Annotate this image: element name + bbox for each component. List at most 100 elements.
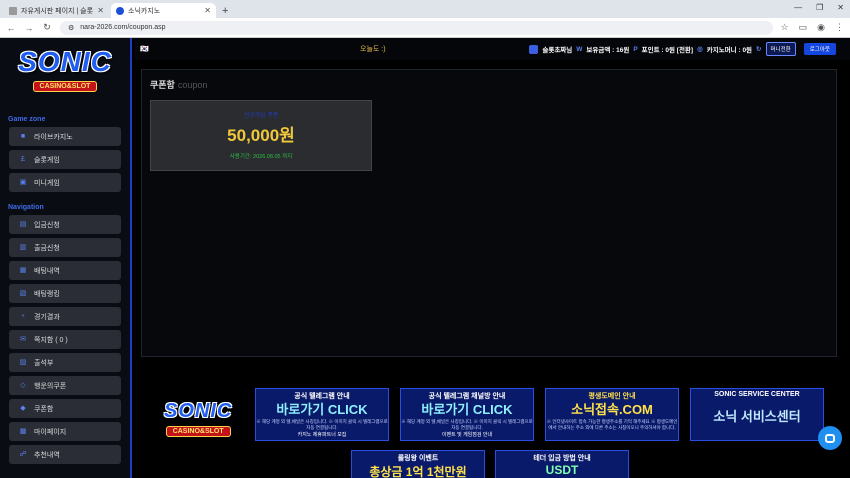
new-tab-icon[interactable]: +	[222, 5, 228, 17]
site-logo[interactable]: SONIC CASINO&SLOT	[0, 38, 130, 104]
sidebar-item-lucky-coupon[interactable]: ◇ 행운의쿠폰	[9, 376, 121, 395]
wallet-icon: W	[576, 45, 583, 53]
language-flag-icon[interactable]: 🇰🇷	[140, 45, 149, 53]
coupon-card[interactable]: 신규가입 쿠폰 50,000원 사용기간: 2026.08.05 까지	[150, 100, 372, 171]
minimize-icon[interactable]: —	[794, 3, 802, 12]
refresh-icon[interactable]: ↻	[756, 45, 761, 53]
close-icon[interactable]: ✕	[204, 6, 211, 15]
window-controls: — ❐ ✕	[794, 3, 844, 12]
forward-icon[interactable]: →	[24, 23, 34, 33]
sidebar: SONIC CASINO&SLOT Game zone ■ 라이브카지노 £ 슬롯게…	[0, 38, 132, 478]
banner-telegram[interactable]: 공식 텔레그램 안내 바로가기 CLICK ※ 해당 계정 외 텔,채널은 사칭…	[255, 388, 389, 441]
favicon-icon	[116, 6, 124, 15]
logout-button[interactable]: 로그아웃	[803, 43, 836, 55]
avatar	[529, 44, 539, 54]
sidebar-item-mypage[interactable]: ▩ 마이페이지	[9, 422, 121, 441]
sidebar-item-messages[interactable]: ✉ 쪽지함 ( 0 )	[9, 330, 121, 349]
sidebar-item-bet-history[interactable]: ▦ 배팅내역	[9, 261, 121, 280]
banner-footer: 이벤트 및 게임점검 안내	[441, 432, 493, 438]
sidebar-item-label: 행운의쿠폰	[34, 382, 67, 390]
banner-domain[interactable]: 평생도메인 안내 소닉접속.COM ※ 인터넷사이트 접속 가능한 평생주소를 …	[545, 388, 679, 441]
casino-money-icon: ◎	[697, 46, 703, 53]
sidebar-item-label: 쿠폰함	[34, 405, 54, 413]
page-content: SONIC CASINO&SLOT Game zone ■ 라이브카지노 £ 슬롯게…	[0, 38, 850, 478]
sidebar-item-live-casino[interactable]: ■ 라이브카지노	[9, 127, 121, 146]
maximize-icon[interactable]: ❐	[816, 3, 823, 12]
close-icon[interactable]: ✕	[97, 6, 104, 15]
banner-title: SONIC SERVICE CENTER	[714, 391, 800, 398]
sidebar-item-attendance[interactable]: ▨ 출석부	[9, 353, 121, 372]
message-icon: ✉	[20, 335, 26, 343]
banner-title: 공식 텔레그램 채널방 안내	[428, 393, 506, 400]
sidebar-item-label: 쪽지함 ( 0 )	[34, 336, 68, 344]
sidebar-item-label: 라이브카지노	[34, 133, 73, 141]
sidebar-item-mini-game[interactable]: ▣ 미니게임	[9, 173, 121, 192]
reload-icon[interactable]: ↻	[42, 22, 52, 33]
address-bar: ← → ↻ ⚙ nara-2026.com/coupon.asp ☆ ▭ ◉ ⋮	[0, 18, 850, 38]
balance: 보유금액 : 16원	[586, 47, 630, 54]
money-convert-button[interactable]: 머니전환	[765, 42, 796, 56]
favicon-icon	[9, 6, 17, 15]
chat-button[interactable]	[818, 426, 842, 450]
browser-window: 자유게시판 페이지 | 슬롯나라 ✕ 소닉카지노 ✕ + — ❐ ✕ ← → ↻…	[0, 0, 850, 478]
page-title-text: 쿠폰함	[150, 80, 175, 90]
section-header-navigation: Navigation	[8, 204, 44, 211]
sidebar-item-results[interactable]: ♆ 경기결과	[9, 307, 121, 326]
sidebar-item-withdraw[interactable]: ▥ 출금신청	[9, 238, 121, 257]
bookmark-star-icon[interactable]: ☆	[781, 22, 789, 33]
banner-note: ※ 해당 계정 외 텔,채널은 사칭입니다. ※ 이미지 클릭 시 텔레그램으로…	[256, 419, 388, 430]
tab-title: 소닉카지노	[128, 7, 161, 15]
sidebar-item-label: 배팅내역	[34, 267, 60, 275]
coupon-box-icon: ◆	[20, 404, 26, 412]
site-info-icon[interactable]: ⚙	[68, 24, 74, 32]
url-text: nara-2026.com/coupon.asp	[80, 24, 166, 31]
banner-telegram-channel[interactable]: 공식 텔레그램 채널방 안내 바로가기 CLICK ※ 해당 계정 외 텔,채널…	[400, 388, 534, 441]
menu-icon[interactable]: ⋮	[835, 22, 844, 33]
casino-money: 카지노머니 : 0원	[706, 47, 753, 54]
url-field[interactable]: ⚙ nara-2026.com/coupon.asp	[60, 20, 773, 35]
sidebar-item-label: 슬롯게임	[34, 156, 60, 164]
mypage-icon: ▩	[19, 427, 27, 435]
banner-service-center[interactable]: SONIC SERVICE CENTER 소닉 서비스센터	[690, 388, 824, 441]
sidebar-item-label: 출석부	[34, 359, 54, 367]
coupon-expiry: 사용기간: 2026.08.05 까지	[229, 154, 293, 160]
cast-icon[interactable]: ▭	[799, 22, 808, 33]
banner-title: 롤링왕 이벤트	[397, 455, 439, 462]
footer-logo: SONIC CASINO&SLOT	[164, 400, 233, 438]
back-icon[interactable]: ←	[6, 23, 16, 33]
page-subtitle: coupon	[177, 80, 208, 90]
tab-strip: 자유게시판 페이지 | 슬롯나라 ✕ 소닉카지노 ✕ + — ❐ ✕	[0, 0, 850, 18]
recommend-icon: ☍	[19, 450, 27, 458]
tab-title: 자유게시판 페이지 | 슬롯나라	[21, 7, 94, 15]
sidebar-item-slot[interactable]: £ 슬롯게임	[9, 150, 121, 169]
tab-sonic[interactable]: 소닉카지노 ✕	[111, 3, 216, 18]
logo-main-text: SONIC	[164, 400, 233, 422]
sidebar-item-label: 배팅랭킹	[34, 290, 60, 298]
result-icon: ♆	[20, 312, 26, 320]
chat-icon	[825, 433, 835, 443]
banner-note: ※ 인터넷사이트 접속 가능한 평생주소를 기억 해주세요 ※ 평생도메인에서 …	[546, 419, 678, 430]
deposit-icon: ▤	[19, 220, 27, 228]
username: 슬롯초짜님	[542, 47, 573, 54]
close-window-icon[interactable]: ✕	[837, 3, 844, 12]
banner-title: 공식 텔레그램 안내	[294, 393, 350, 400]
sidebar-item-deposit[interactable]: ▤ 입금신청	[9, 215, 121, 234]
profile-icon[interactable]: ◉	[817, 22, 825, 33]
ranking-icon: ▧	[19, 289, 27, 297]
coupon-amount: 50,000원	[227, 126, 295, 145]
banner-headline: 바로가기 CLICK	[421, 402, 513, 417]
section-header-game-zone: Game zone	[8, 116, 46, 123]
sidebar-item-recommend[interactable]: ☍ 추천내역	[9, 445, 121, 464]
withdraw-icon: ▥	[19, 243, 27, 251]
points[interactable]: 포인트 : 0원 [전환]	[642, 44, 693, 54]
tab-board[interactable]: 자유게시판 페이지 | 슬롯나라 ✕	[4, 3, 109, 18]
coupon-icon: ◇	[20, 381, 26, 389]
sidebar-item-ranking[interactable]: ▧ 배팅랭킹	[9, 284, 121, 303]
slot-icon: £	[21, 155, 25, 163]
sidebar-item-label: 마이페이지	[34, 428, 67, 436]
banner-headline: 소닉접속.COM	[571, 402, 653, 417]
banner-area: SONIC CASINO&SLOT 공식 텔레그램 안내 바로가기 CLICK …	[134, 384, 850, 478]
sidebar-item-coupon-box[interactable]: ◆ 쿠폰함	[9, 399, 121, 418]
banner-rolling-event[interactable]: 롤링왕 이벤트 총상금 1억 1천만원	[351, 450, 485, 478]
banner-tether[interactable]: 테더 입금 방법 안내 USDT	[495, 450, 629, 478]
